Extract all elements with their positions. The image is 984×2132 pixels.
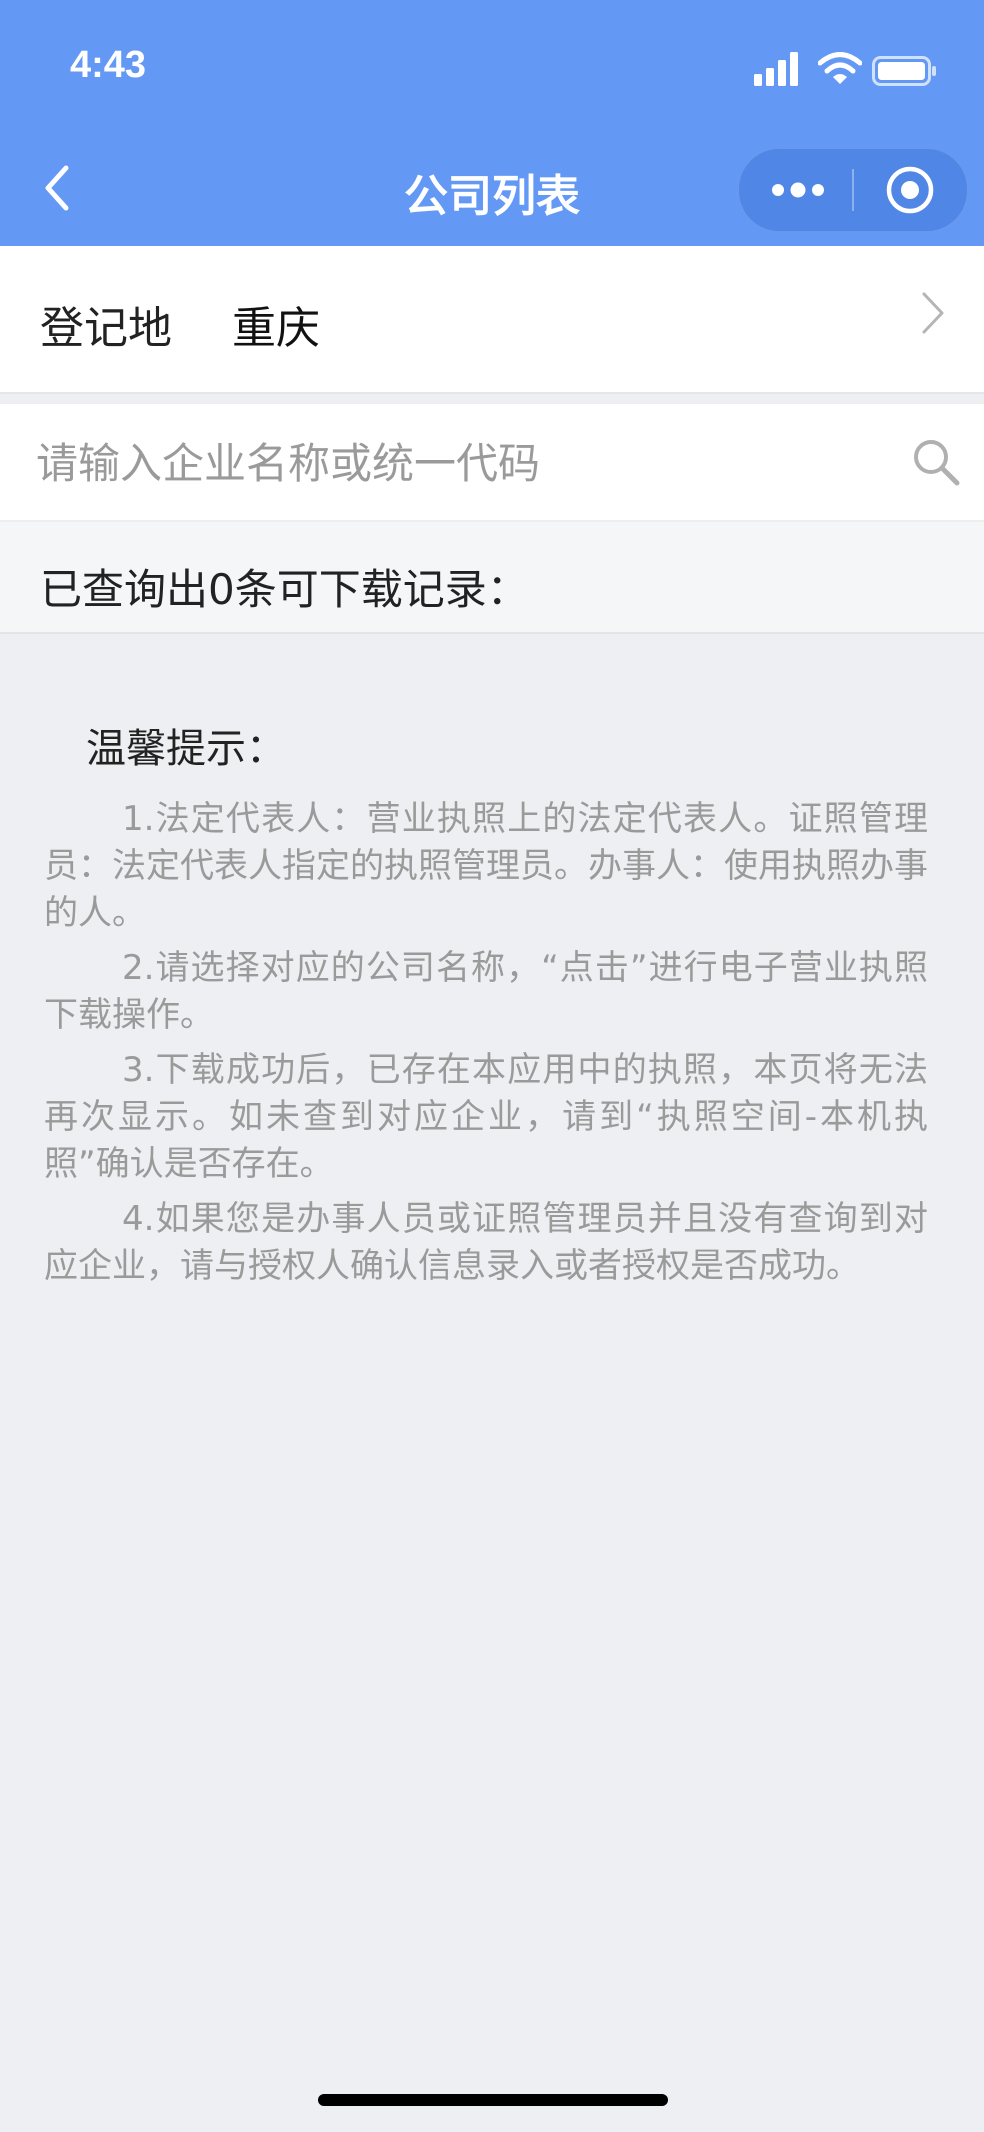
search-bar — [0, 404, 984, 520]
result-count-text: 已查询出0条可下载记录： — [40, 565, 529, 614]
tip-item: 1.法定代表人：营业执照上的法定代表人。证照管理员：法定代表人指定的执照管理员。… — [44, 799, 928, 933]
wifi-icon — [818, 52, 862, 84]
target-icon[interactable] — [885, 165, 935, 215]
status-icons — [754, 52, 954, 92]
result-count-bar: 已查询出0条可下载记录： — [0, 522, 984, 634]
mini-program-capsule — [738, 148, 968, 232]
region-label: 登记地 — [40, 303, 172, 354]
registration-region-row[interactable]: 登记地 重庆 — [0, 246, 984, 394]
navigation-header: 4:43 公司列表 — [0, 0, 984, 246]
signal-icon — [754, 52, 798, 86]
tips-section: 温馨提示： 1.法定代表人：营业执照上的法定代表人。证照管理员：法定代表人指定的… — [44, 716, 928, 1298]
capsule-divider — [852, 169, 854, 211]
tip-item: 4.如果您是办事人员或证照管理员并且没有查询到对应企业，请与授权人确认信息录入或… — [44, 1199, 928, 1286]
tips-title: 温馨提示： — [86, 726, 286, 772]
search-input[interactable] — [34, 424, 878, 502]
status-time: 4:43 — [70, 44, 147, 86]
chevron-right-icon — [922, 292, 944, 334]
tip-item: 3.下载成功后，已存在本应用中的执照，本页将无法再次显示。如未查到对应企业，请到… — [44, 1050, 928, 1184]
more-dots-icon[interactable] — [769, 175, 827, 205]
home-indicator — [318, 2094, 668, 2106]
search-icon[interactable] — [910, 436, 962, 488]
region-value: 重庆 — [232, 303, 320, 354]
battery-icon — [872, 56, 936, 86]
tip-item: 2.请选择对应的公司名称，“点击”进行电子营业执照下载操作。 — [44, 948, 928, 1035]
